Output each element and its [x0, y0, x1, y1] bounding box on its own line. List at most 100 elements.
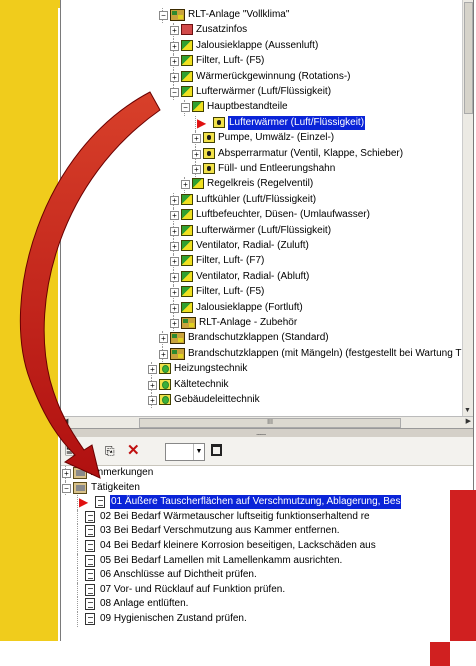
tree-item-label[interactable]: Regelkreis (Regelventil) — [207, 177, 313, 191]
collapse-icon[interactable]: − — [62, 483, 71, 493]
expand-icon[interactable]: + — [159, 334, 168, 344]
expand-icon[interactable]: + — [170, 211, 179, 221]
expand-icon[interactable]: + — [170, 26, 179, 36]
tree-row[interactable]: ▶ 01 Äußere Tauscherflächen auf Verschmut… — [61, 494, 461, 511]
expand-icon[interactable]: + — [181, 180, 190, 190]
expand-icon[interactable]: + — [170, 41, 179, 51]
expand-icon[interactable]: + — [170, 319, 179, 328]
tree-item-label[interactable]: Ventilator, Radial- (Zuluft) — [196, 239, 309, 253]
tree-item-label[interactable]: Heizungstechnik — [174, 362, 247, 376]
tree-item-label[interactable]: 04 Bei Bedarf kleinere Korrosion beseiti… — [100, 539, 376, 553]
expand-icon[interactable]: + — [148, 396, 157, 405]
tree-row[interactable]: − Tätigkeiten — [61, 480, 461, 496]
tree-item-label[interactable]: RLT-Anlage - Zubehör — [199, 316, 297, 330]
tree-item-label[interactable]: Lufterwärmer (Luft/Flüssigkeit) — [196, 85, 331, 99]
tree-item-label[interactable]: 08 Anlage entlüften. — [100, 597, 188, 611]
expand-icon[interactable]: + — [62, 469, 71, 478]
expand-icon[interactable]: + — [170, 272, 179, 282]
tree-row[interactable]: 08 Anlage entlüften. — [61, 597, 461, 612]
tree-item-label[interactable]: Absperrarmatur (Ventil, Klappe, Schieber… — [218, 147, 403, 161]
tree-item-label[interactable]: Filter, Luft- (F5) — [196, 54, 264, 68]
tree-item-label[interactable]: 09 Hygienischen Zustand prüfen. — [100, 612, 247, 626]
collapse-icon[interactable]: − — [181, 103, 190, 113]
tree-row[interactable]: + Absperrarmatur (Ventil, Klappe, Schiebe… — [61, 146, 461, 162]
tree-row[interactable]: − Hauptbestandteile — [61, 100, 461, 116]
expand-icon[interactable]: + — [192, 165, 201, 174]
expand-icon[interactable]: + — [192, 134, 201, 144]
tree-item-label[interactable]: Jalousieklappe (Fortluft) — [196, 301, 303, 315]
view-combo-box[interactable]: ▼ — [165, 443, 205, 461]
expand-icon[interactable]: + — [170, 288, 179, 298]
tree-item-label[interactable]: Wärmerückgewinnung (Rotations-) — [196, 70, 351, 84]
expand-icon[interactable]: + — [192, 149, 201, 159]
tree-item-label[interactable]: Anmerkungen — [91, 466, 153, 480]
tree-row[interactable]: + Brandschutzklappen (mit Mängeln) (festg… — [61, 346, 461, 363]
expand-icon[interactable]: + — [170, 242, 179, 251]
tree-row[interactable]: + Jalousieklappe (Fortluft) — [61, 300, 461, 316]
tree-row[interactable]: + RLT-Anlage - Zubehör — [61, 316, 461, 332]
expand-icon[interactable]: + — [170, 57, 179, 67]
copy-button[interactable]: ⎘ — [105, 443, 115, 459]
tree-row[interactable]: + Ventilator, Radial- (Zuluft) — [61, 239, 461, 255]
scroll-right-arrow[interactable]: ▶ — [466, 417, 471, 425]
tree-item-label[interactable]: Filter, Luft- (F5) — [196, 285, 264, 299]
chevron-down-icon[interactable]: ▼ — [193, 444, 204, 460]
delete-button[interactable]: ✕ — [127, 443, 140, 459]
vertical-scrollbar[interactable]: ▼ — [462, 0, 473, 416]
tree-item-label[interactable]: Brandschutzklappen (Standard) — [188, 331, 329, 345]
tree-item-label[interactable]: Kältetechnik — [174, 378, 228, 392]
expand-icon[interactable]: + — [148, 380, 157, 390]
expand-icon[interactable]: + — [159, 349, 168, 359]
tree-row[interactable]: + Regelkreis (Regelventil) — [61, 177, 461, 193]
scroll-down-arrow[interactable]: ▼ — [464, 407, 471, 414]
window-toggle-button[interactable] — [211, 444, 222, 456]
expand-icon[interactable]: + — [170, 72, 179, 82]
vertical-scroll-thumb[interactable] — [464, 2, 473, 114]
collapse-icon[interactable]: − — [159, 11, 168, 20]
tree-item-label[interactable]: Zusatzinfos — [196, 23, 247, 37]
tree-row[interactable]: + Brandschutzklappen (Standard) — [61, 331, 461, 347]
tree-row[interactable]: + Lufterwärmer (Luft/Flüssigkeit) — [61, 223, 461, 239]
horizontal-scrollbar[interactable]: ◀ III ▶ — [61, 416, 473, 428]
tree-row[interactable]: ▶ Lufterwärmer (Luft/Flüssigkeit) — [61, 114, 461, 132]
tree-row[interactable]: + Luftbefeuchter, Düsen- (Umlaufwasser) — [61, 208, 461, 224]
tree-row[interactable]: + Kältetechnik — [61, 377, 461, 393]
tree-item-label[interactable]: Filter, Luft- (F7) — [196, 254, 264, 268]
tree-item-label[interactable]: Lufterwärmer (Luft/Flüssigkeit) — [226, 114, 367, 131]
tree-row[interactable]: + Gebäudeleittechnik — [61, 393, 461, 409]
add-item-button[interactable]: 🖺▾ — [65, 443, 79, 459]
tree-item-label[interactable]: Jalousieklappe (Aussenluft) — [196, 39, 318, 53]
tree-item-label[interactable]: 01 Äußere Tauscherflächen auf Verschmutz… — [108, 494, 403, 511]
tree-row[interactable]: + Füll- und Entleerungshahn — [61, 162, 461, 178]
tree-row[interactable]: 04 Bei Bedarf kleinere Korrosion beseiti… — [61, 539, 461, 554]
tree-row[interactable]: + Anmerkungen — [61, 466, 461, 481]
tree-row[interactable]: + Filter, Luft- (F7) — [61, 254, 461, 270]
horizontal-scroll-thumb[interactable]: III — [139, 418, 401, 428]
tree-item-label[interactable]: 07 Vor- und Rücklauf auf Funktion prüfen… — [100, 583, 285, 597]
tree-row[interactable]: − Lufterwärmer (Luft/Flüssigkeit) — [61, 85, 461, 101]
expand-icon[interactable]: + — [170, 226, 179, 236]
tree-row[interactable]: 05 Bei Bedarf Lamellen mit Lamellenkamm … — [61, 553, 461, 569]
tree-item-label[interactable]: RLT-Anlage "Vollklima" — [188, 8, 289, 22]
tree-item-label[interactable]: Pumpe, Umwälz- (Einzel-) — [218, 131, 334, 145]
tree-item-label[interactable]: Hauptbestandteile — [207, 100, 288, 114]
tree-item-label[interactable]: Brandschutzklappen (mit Mängeln) (festge… — [188, 347, 461, 361]
tree-item-label[interactable]: Luftbefeuchter, Düsen- (Umlaufwasser) — [196, 208, 370, 222]
tree-item-label[interactable]: Gebäudeleittechnik — [174, 393, 260, 407]
splitter-grip[interactable]: .......... — [256, 430, 267, 437]
tree-item-label[interactable]: Ventilator, Radial- (Abluft) — [196, 270, 309, 284]
tree-item-label[interactable]: Luftkühler (Luft/Flüssigkeit) — [196, 193, 316, 207]
tree-row[interactable]: 09 Hygienischen Zustand prüfen. — [61, 612, 461, 627]
tree-item-label[interactable]: 03 Bei Bedarf Verschmutzung aus Kammer e… — [100, 524, 340, 538]
expand-icon[interactable]: + — [148, 365, 157, 375]
tree-row[interactable]: + Jalousieklappe (Aussenluft) — [61, 38, 461, 55]
tree-row[interactable]: 02 Bei Bedarf Wärmetauscher luftseitig f… — [61, 509, 461, 525]
tree-row[interactable]: + Filter, Luft- (F5) — [61, 54, 461, 70]
expand-icon[interactable]: + — [170, 257, 179, 267]
tree-item-label[interactable]: 02 Bei Bedarf Wärmetauscher luftseitig f… — [100, 510, 370, 524]
tree-item-label[interactable]: Füll- und Entleerungshahn — [218, 162, 335, 176]
tree-row[interactable]: + Zusatzinfos — [61, 23, 461, 39]
tree-row[interactable]: + Pumpe, Umwälz- (Einzel-) — [61, 131, 461, 147]
tree-row[interactable]: + Ventilator, Radial- (Abluft) — [61, 269, 461, 286]
scroll-left-arrow[interactable]: ◀ — [63, 417, 68, 425]
